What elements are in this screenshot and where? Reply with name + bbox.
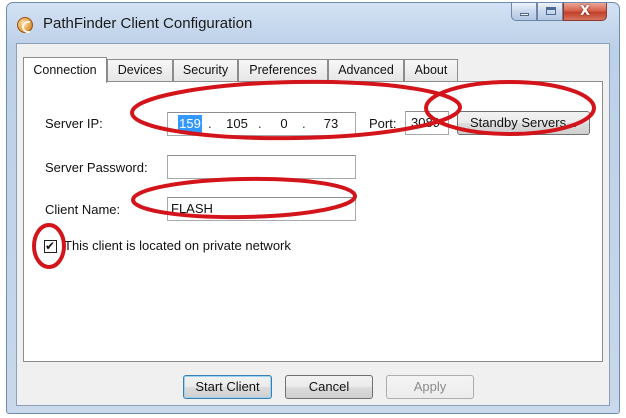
standby-servers-button[interactable]: Standby Servers... bbox=[457, 111, 590, 135]
server-ip-field[interactable]: 159 . 105 . 0 . 73 bbox=[167, 112, 356, 136]
dialog-client-area: Connection Devices Security Preferences … bbox=[16, 43, 610, 406]
title-bar[interactable]: PathFinder Client Configuration X bbox=[7, 3, 619, 43]
close-button[interactable]: X bbox=[563, 3, 607, 21]
ip-octet-3[interactable]: 0 bbox=[272, 115, 296, 133]
server-password-label: Server Password: bbox=[45, 160, 148, 175]
connection-panel: Server IP: 159 . 105 . 0 . 73 Port: 3089… bbox=[23, 81, 603, 362]
port-input[interactable]: 3089 bbox=[405, 111, 449, 135]
ip-octet-2[interactable]: 105 bbox=[223, 115, 251, 133]
tab-devices[interactable]: Devices bbox=[107, 59, 173, 81]
app-window: PathFinder Client Configuration X Connec… bbox=[6, 2, 620, 414]
server-password-input[interactable] bbox=[167, 155, 356, 179]
ip-octet-4[interactable]: 73 bbox=[318, 115, 344, 133]
tab-advanced[interactable]: Advanced bbox=[328, 59, 404, 81]
private-network-label[interactable]: This client is located on private networ… bbox=[64, 238, 291, 253]
cancel-button[interactable]: Cancel bbox=[285, 375, 373, 399]
close-icon: X bbox=[579, 4, 591, 19]
app-icon bbox=[17, 17, 33, 33]
client-name-value: FLASH bbox=[171, 201, 213, 216]
ip-separator: . bbox=[302, 116, 306, 131]
maximize-button[interactable] bbox=[537, 3, 563, 21]
tab-connection[interactable]: Connection bbox=[23, 57, 107, 83]
port-value: 3089 bbox=[411, 115, 440, 130]
tab-security[interactable]: Security bbox=[173, 59, 238, 81]
ip-octet-1[interactable]: 159 bbox=[178, 115, 202, 133]
minimize-icon bbox=[520, 13, 529, 16]
client-name-label: Client Name: bbox=[45, 202, 121, 217]
port-label: Port: bbox=[369, 116, 397, 131]
ip-separator: . bbox=[208, 116, 212, 131]
maximize-icon bbox=[546, 7, 556, 15]
apply-button: Apply bbox=[386, 375, 474, 399]
ip-separator: . bbox=[258, 116, 262, 131]
server-ip-label: Server IP: bbox=[45, 116, 103, 131]
minimize-button[interactable] bbox=[511, 3, 537, 21]
check-icon: ✔ bbox=[45, 239, 56, 253]
window-title: PathFinder Client Configuration bbox=[43, 15, 253, 32]
client-name-input[interactable]: FLASH bbox=[167, 197, 356, 221]
tab-about[interactable]: About bbox=[404, 59, 458, 81]
start-client-button[interactable]: Start Client bbox=[183, 375, 272, 399]
tab-preferences[interactable]: Preferences bbox=[238, 59, 328, 81]
private-network-checkbox[interactable]: ✔ bbox=[44, 239, 57, 253]
caption-buttons: X bbox=[511, 3, 607, 21]
